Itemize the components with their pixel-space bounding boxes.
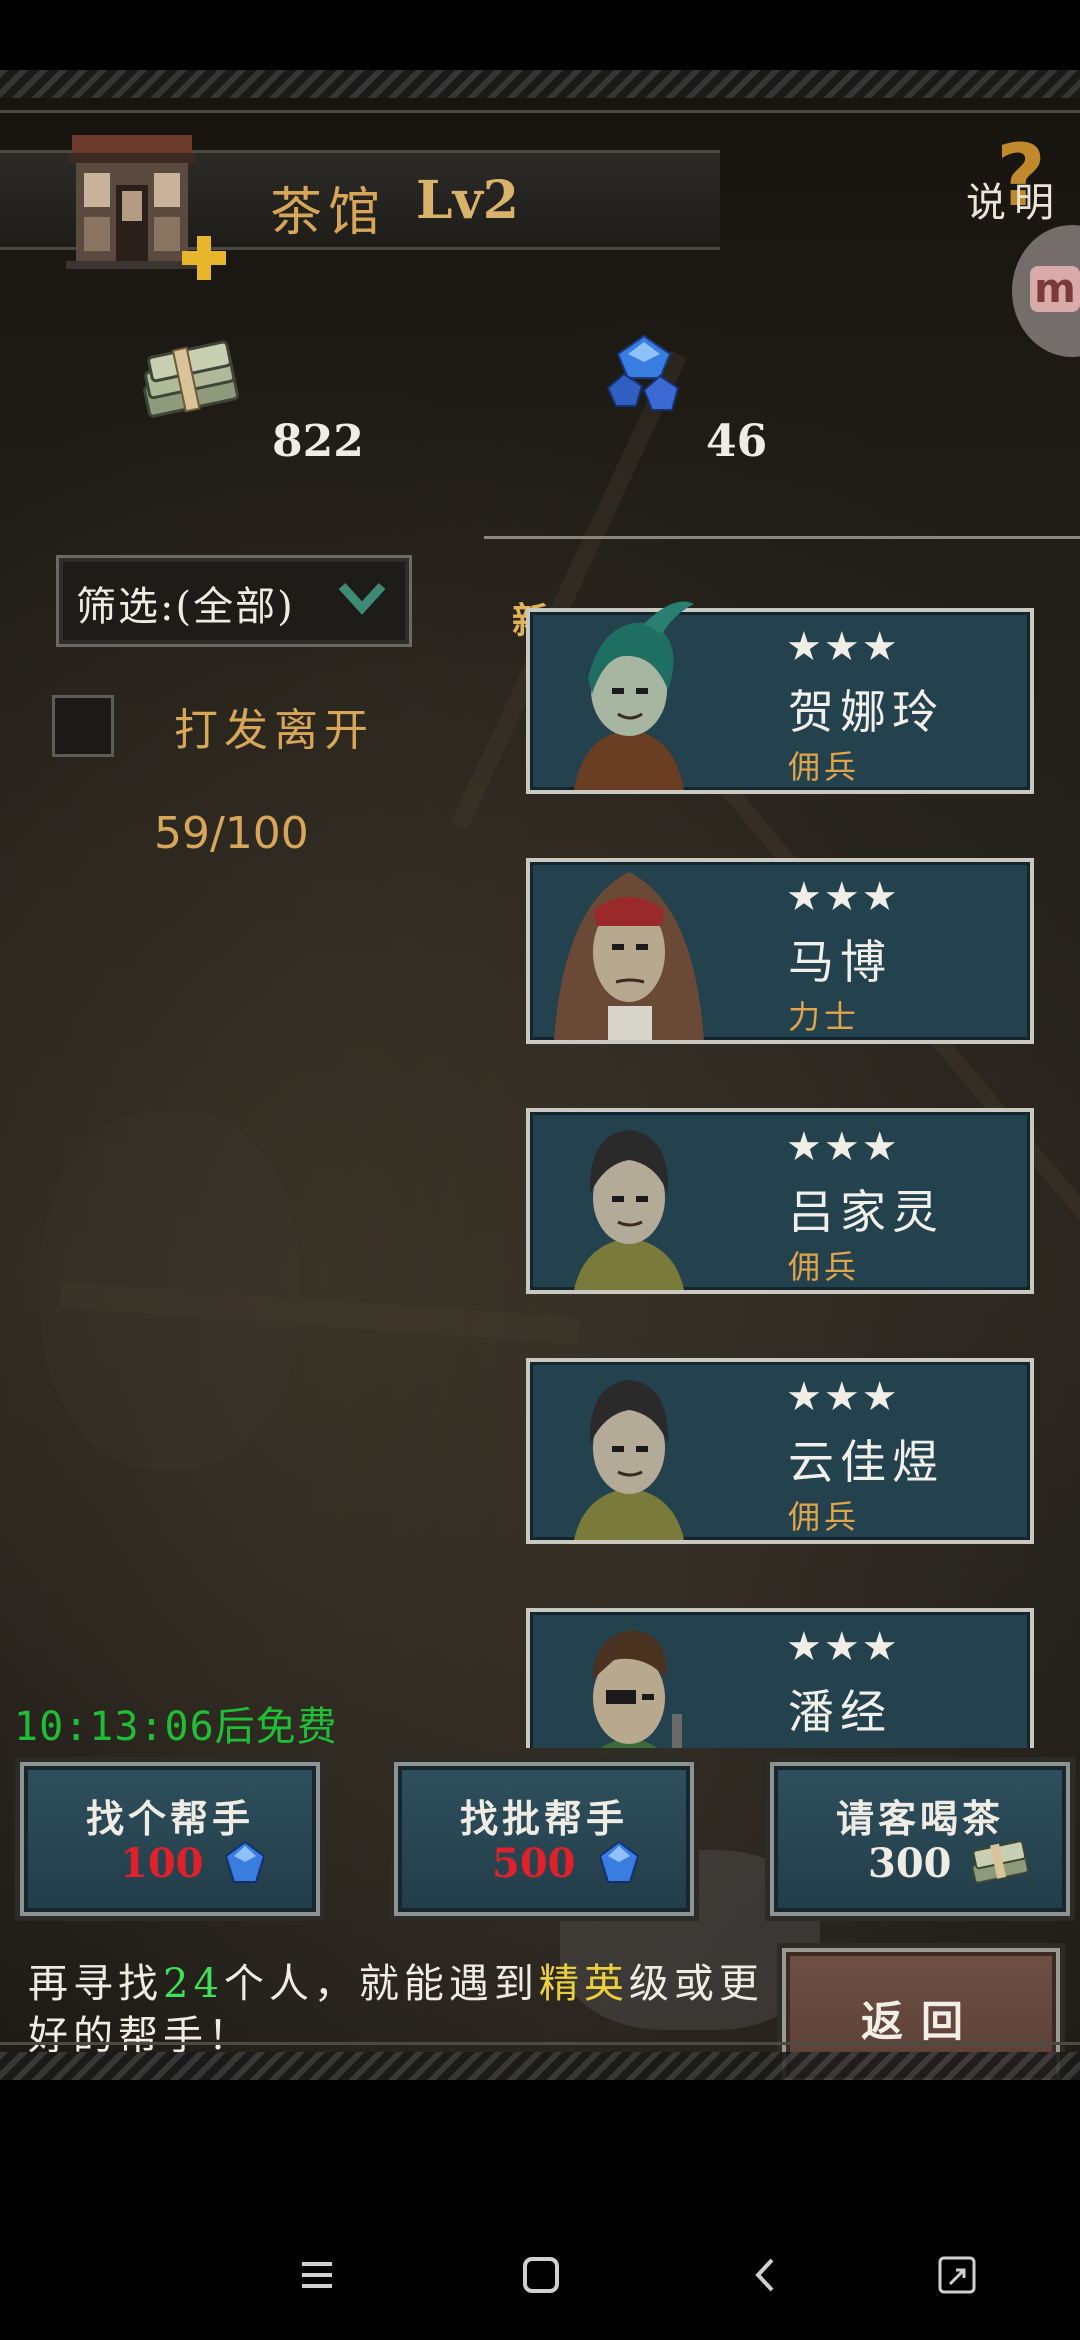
recruit-one-button[interactable]: 找个帮手 100 [20,1762,320,1916]
gem-amount: 46 [706,416,768,467]
hero-stars: ★★★ [786,1624,900,1670]
action-title: 请客喝茶 [835,1796,1004,1841]
hero-stars: ★★★ [786,1124,900,1170]
blue-gem-icon [604,332,684,422]
help-button[interactable]: 说明 [966,170,1062,228]
recruit-batch-button[interactable]: 找批帮手 500 [394,1762,694,1916]
hero-portrait [544,1594,714,1748]
building-level: Lv2 [416,170,519,231]
hint-text-part: 个人，就能遇到 [223,1961,539,2007]
bottom-border-line [0,2042,1080,2045]
dismiss-checkbox[interactable] [52,695,114,757]
filter-label: 筛选:(全部) [76,584,295,630]
upgrade-plus-icon[interactable] [178,232,230,284]
hero-class: 佣兵 [788,1248,861,1286]
action-cost: 500 [492,1840,576,1887]
hero-stars: ★★★ [786,1374,900,1420]
hero-card[interactable]: ★★★ 云佳煜 佣兵 [526,1358,1034,1544]
hero-name: 吕家灵 [788,1185,944,1239]
back-label: 返回 [860,1997,981,2046]
page-title: 茶馆 [270,183,387,243]
blue-gem-icon [594,1838,644,1888]
recruit-hint: 再寻找24个人，就能遇到精英级或更好的帮手！ [28,1958,768,2062]
cash-stack-icon [134,338,244,428]
bottom-ornament-border [0,2052,1080,2080]
menu-icon[interactable] [292,2250,342,2300]
action-cost: 300 [868,1840,952,1887]
hero-name: 云佳煜 [788,1435,944,1489]
hero-class: 佣兵 [788,1498,861,1536]
dismiss-label[interactable]: 打发离开 [174,694,374,758]
back-arrow-icon[interactable] [742,2250,792,2300]
scene-figure [40,1110,300,1470]
hero-portrait [544,598,714,790]
money-amount: 822 [272,416,364,467]
divider [484,536,1080,539]
hero-card[interactable]: ★★★ 贺娜玲 佣兵 [526,601,1034,794]
game-view: 茶馆 Lv2 ? 说明 m 822 46 筛选:(全部) 打发离开 59/100… [0,70,1080,2080]
chevron-down-icon [336,578,388,618]
hero-card[interactable]: ★★★ 马博 力士 [526,858,1034,1044]
hero-name: 贺娜玲 [788,685,944,739]
hero-card[interactable]: ★★★ 吕家灵 佣兵 [526,1108,1034,1294]
home-square-icon[interactable] [516,2250,566,2300]
overlay-app-icon: m [1030,266,1080,312]
hero-name: 马博 [788,935,892,989]
treat-tea-button[interactable]: 请客喝茶 300 [770,1762,1070,1916]
top-border-line [0,110,1080,113]
hero-portrait [544,1344,714,1540]
hero-class: 佣兵 [788,748,861,786]
hint-count: 24 [163,1961,224,2007]
blue-gem-icon [220,1838,270,1888]
hint-text-part: 再寻找 [28,1961,163,2007]
screen-rotate-icon[interactable] [932,2250,982,2300]
hero-name: 潘经 [788,1685,892,1739]
top-ornament-border [0,70,1080,98]
hint-grade: 精英 [538,1961,629,2007]
action-cost: 100 [120,1840,204,1887]
hero-list[interactable]: ★★★ 贺娜玲 佣兵 ★★★ 马博 力士 ★★★ 吕家灵 佣兵 ★★★ 云佳煜 … [520,598,1040,1748]
action-title: 找个帮手 [85,1796,254,1841]
hero-portrait [544,844,714,1040]
cash-stack-icon [968,1838,1030,1888]
action-title: 找批帮手 [459,1796,628,1841]
free-timer: 10:13:06后免费 [14,1704,338,1750]
hero-stars: ★★★ [786,874,900,920]
hero-capacity: 59/100 [154,808,309,859]
hero-portrait [544,1094,714,1290]
hero-card[interactable]: ★★★ 潘经 [526,1608,1034,1748]
hero-stars: ★★★ [786,624,900,670]
hero-class: 力士 [788,998,861,1036]
phone-screen: 茶馆 Lv2 ? 说明 m 822 46 筛选:(全部) 打发离开 59/100… [0,0,1080,2340]
